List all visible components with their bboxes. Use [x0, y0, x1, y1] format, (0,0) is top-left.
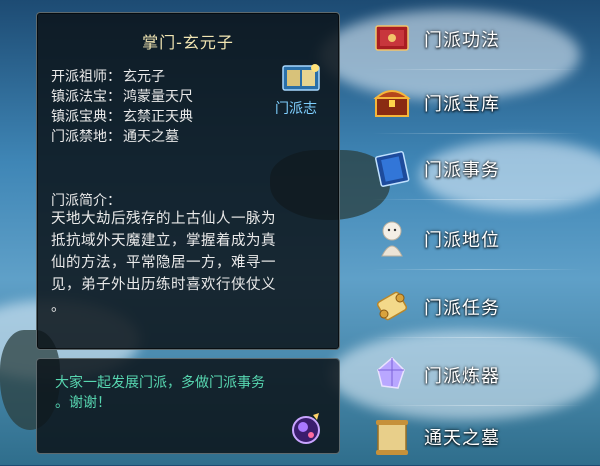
menu-label: 门派炼器 [424, 366, 500, 387]
field-founder: 开派祖师： 玄元子 [51, 67, 165, 87]
edit-notice-orb-icon[interactable] [289, 411, 323, 447]
notice-line: 大家一起发展门派，多做门派事务 [55, 375, 265, 391]
intro-line: 见，弟子外出历练时喜欢行侠仗义 [51, 277, 276, 293]
menu-label: 通天之墓 [424, 428, 500, 449]
field-label: 镇派宝典： [51, 109, 121, 125]
sect-leader-title: 掌门-玄元子 [142, 33, 234, 52]
menu-item-tomb[interactable]: 通天之墓 [362, 406, 584, 466]
intro-line: 抵抗域外天魔建立，掌握着成为真 [51, 233, 276, 249]
menu-label: 门派宝库 [424, 94, 500, 115]
map-scroll-icon [376, 420, 408, 455]
crystal-icon [377, 356, 405, 389]
blue-book-icon [375, 151, 410, 187]
doll-icon [381, 221, 403, 257]
sect-info-panel: 掌门-玄元子 开派祖师： 玄元子 镇派法宝： 鸿蒙量天尺 镇派宝典： 玄禁正天典 门派… [36, 12, 340, 350]
red-book-icon [375, 25, 409, 51]
notice-line: 。谢谢！ [55, 395, 111, 411]
menu-item-refining[interactable]: 门派炼器 [362, 344, 584, 406]
field-label: 开派祖师： [51, 69, 121, 85]
intro-heading: 门派简介： [51, 193, 121, 209]
sect-annals-book-icon[interactable] [279, 62, 323, 94]
intro-text: 天地大劫后残存的上古仙人一脉为 抵抗域外天魔建立，掌握着成为真 仙的方法，平常隐… [51, 208, 334, 318]
menu-item-status[interactable]: 门派地位 [362, 208, 584, 270]
field-forbidden-land: 门派禁地： 通天之墓 [51, 127, 179, 147]
menu-item-treasury[interactable]: 门派宝库 [362, 72, 584, 134]
intro-line: 仙的方法，平常隐居一方，难寻一 [51, 255, 276, 271]
menu-item-skills[interactable]: 门派功法 [362, 8, 584, 70]
field-treasure: 镇派法宝： 鸿蒙量天尺 [51, 87, 193, 107]
field-scripture: 镇派宝典： 玄禁正天典 [51, 107, 193, 127]
intro-line: 。 [51, 299, 66, 315]
menu-label: 门派功法 [424, 30, 500, 51]
intro-line: 天地大劫后残存的上古仙人一脉为 [51, 211, 276, 227]
menu-item-quests[interactable]: 门派任务 [362, 276, 584, 338]
field-label: 门派禁地： [51, 129, 121, 145]
field-value: 玄元子 [123, 69, 165, 85]
sect-notice-panel: 大家一起发展门派，多做门派事务 。谢谢！ [36, 358, 340, 454]
field-value: 通天之墓 [123, 129, 179, 145]
scroll-icon [376, 291, 408, 321]
field-value: 玄禁正天典 [123, 109, 193, 125]
notice-text: 大家一起发展门派，多做门派事务 。谢谢！ [55, 373, 265, 413]
field-value: 鸿蒙量天尺 [123, 89, 193, 105]
menu-item-affairs[interactable]: 门派事务 [362, 138, 584, 200]
menu-label: 门派任务 [424, 298, 500, 319]
menu-label: 门派事务 [424, 160, 500, 181]
treasure-chest-icon [373, 90, 411, 117]
sect-annals-link[interactable]: 门派志 [275, 98, 317, 118]
menu-label: 门派地位 [424, 230, 500, 251]
field-label: 镇派法宝： [51, 89, 121, 105]
